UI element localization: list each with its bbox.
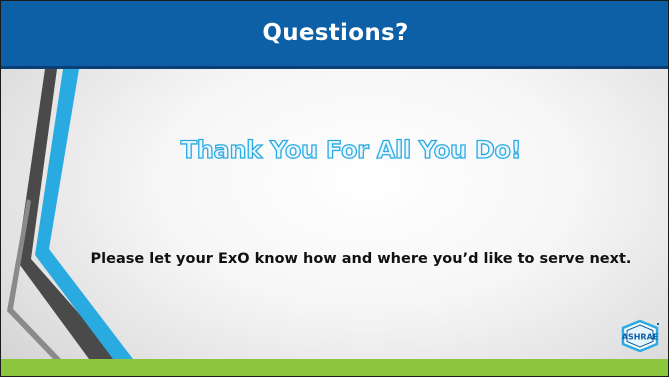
thank-you-heading: Thank You For All You Do! (180, 135, 522, 164)
decorative-stripes (7, 69, 133, 359)
serve-next-message: Please let your ExO know how and where y… (90, 251, 632, 267)
presentation-slide: Questions? Thank You For All You Do! Ple… (0, 0, 669, 377)
slide-header: Questions? (1, 1, 668, 69)
footer-accent-bar (1, 359, 668, 376)
logo-mark-dot (657, 323, 659, 325)
ashrae-logo: ASHRAE (621, 319, 659, 353)
logo-wordmark: ASHRAE (622, 333, 658, 342)
slide-title: Questions? (262, 19, 409, 46)
